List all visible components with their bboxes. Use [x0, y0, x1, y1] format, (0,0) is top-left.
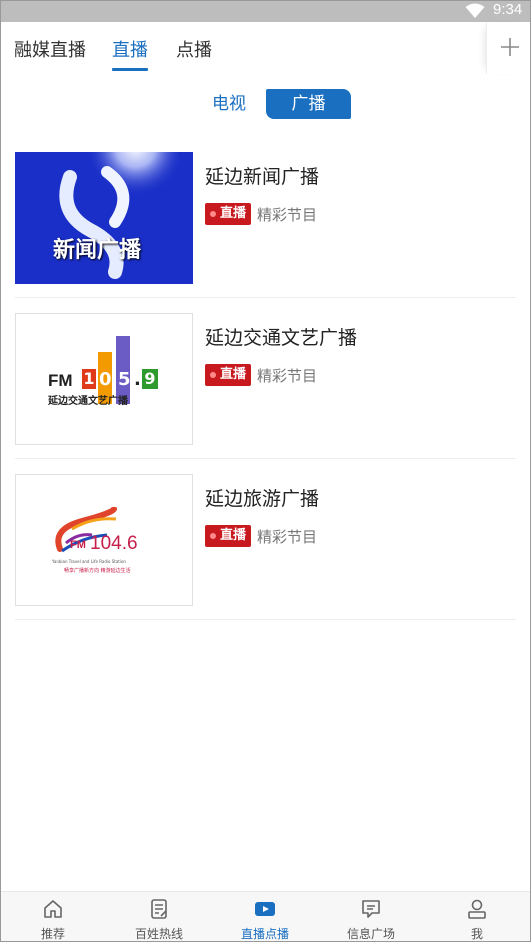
- nav-label: 我: [470, 927, 483, 941]
- live-dot-icon: [210, 372, 216, 378]
- active-tab-indicator: [112, 68, 148, 71]
- station-title: 延边交通文艺广播: [205, 327, 358, 349]
- top-tab-bar: 融媒直播 直播 点播: [0, 22, 531, 74]
- status-time: 9:34: [493, 1, 523, 18]
- message-icon: [362, 900, 380, 918]
- digit-dot: .: [134, 369, 141, 390]
- nav-live-vod[interactable]: 直播点播: [212, 892, 318, 942]
- plus-icon: [501, 38, 519, 56]
- hotline-icon: [151, 899, 167, 919]
- english-caption: Yanbian Travel and Life Radio Station: [52, 559, 126, 564]
- tab-vod[interactable]: 点播: [176, 36, 212, 62]
- station-title: 延边旅游广播: [205, 488, 320, 510]
- live-dot-icon: [210, 211, 216, 217]
- home-icon: [44, 900, 62, 918]
- station-thumbnail: FM 1 0 5 . 9 延边交通文艺广播: [15, 313, 193, 445]
- nav-label: 推荐: [40, 927, 65, 941]
- digit-5: 5: [118, 369, 131, 390]
- frequency-label: 104.6: [90, 533, 138, 554]
- thumb-caption: 新闻广播: [53, 238, 142, 263]
- fm1059-logo: FM 1 0 5 . 9 延边交通文艺广播: [48, 336, 168, 408]
- station-subtitle: 精彩节目: [257, 367, 318, 385]
- wifi-icon: [465, 3, 485, 18]
- bottom-navigation: 推荐 百姓热线 直播点播 信息广场 我: [0, 891, 531, 942]
- live-badge-label: 直播: [220, 528, 247, 543]
- slogan-caption: 畅享广播新方向 精游延边生活: [64, 568, 131, 574]
- station-subtitle: 精彩节目: [257, 528, 318, 546]
- nav-label: 信息广场: [346, 927, 395, 941]
- station-thumbnail: FM 104.6 Yanbian Travel and Life Radio S…: [15, 474, 193, 606]
- station-title: 延边新闻广播: [205, 166, 320, 188]
- segment-tv[interactable]: 电视: [193, 89, 265, 119]
- screen-border: [0, 0, 531, 942]
- digit-1: 1: [82, 369, 96, 389]
- list-item[interactable]: FM 104.6 Yanbian Travel and Life Radio S…: [15, 472, 516, 620]
- add-channel-button[interactable]: [486, 22, 531, 74]
- live-badge-label: 直播: [220, 367, 247, 382]
- digit-0: 0: [99, 369, 112, 390]
- live-badge-label: 直播: [220, 206, 247, 221]
- user-icon: [468, 899, 486, 919]
- digit-9: 9: [142, 369, 158, 389]
- thumb-caption: 延边交通文艺广播: [48, 396, 128, 407]
- fm-label: FM: [48, 371, 73, 390]
- tab-live[interactable]: 直播: [112, 36, 148, 62]
- status-bar: 9:34: [0, 0, 531, 22]
- nav-label: 直播点播: [240, 927, 289, 941]
- nav-info-square[interactable]: 信息广场: [318, 892, 424, 942]
- live-badge: 直播: [205, 525, 251, 547]
- list-item[interactable]: 新闻广播 延边新闻广播 直播 精彩节目: [15, 150, 516, 298]
- nav-label: 百姓热线: [134, 927, 183, 941]
- tab-media-live[interactable]: 融媒直播: [14, 36, 86, 62]
- fm1046-logo: FM 104.6 Yanbian Travel and Life Radio S…: [52, 507, 172, 577]
- fm-label: FM: [70, 539, 86, 551]
- news-radio-logo: [15, 152, 193, 284]
- station-subtitle: 精彩节目: [257, 206, 318, 224]
- nav-me[interactable]: 我: [424, 892, 530, 942]
- play-icon: [255, 902, 275, 916]
- list-item[interactable]: FM 1 0 5 . 9 延边交通文艺广播 延边交通文艺广播 直播 精彩节目: [15, 311, 516, 459]
- live-badge: 直播: [205, 364, 251, 386]
- segment-radio[interactable]: 广播: [266, 89, 351, 119]
- nav-hotline[interactable]: 百姓热线: [106, 892, 212, 942]
- tv-radio-switch: 电视 广播: [193, 89, 353, 119]
- station-thumbnail: 新闻广播: [15, 152, 193, 284]
- live-dot-icon: [210, 533, 216, 539]
- live-badge: 直播: [205, 203, 251, 225]
- nav-recommend[interactable]: 推荐: [0, 892, 106, 942]
